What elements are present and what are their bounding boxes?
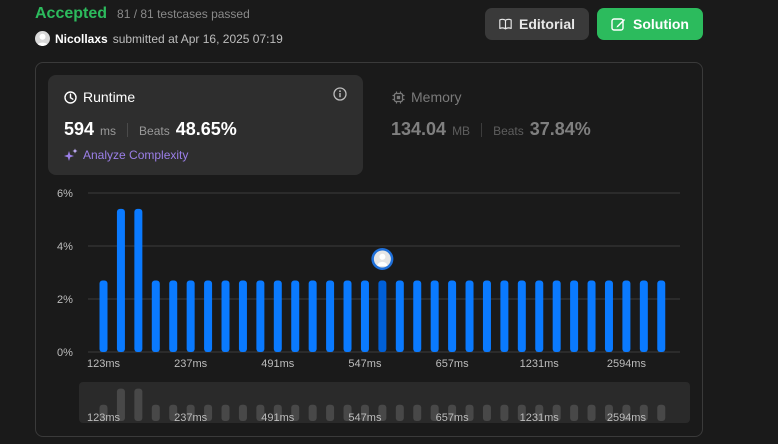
user-icon <box>37 33 48 46</box>
runtime-label: Runtime <box>83 89 136 105</box>
memory-label: Memory <box>411 89 462 105</box>
submission-status: Accepted 81 / 81 testcases passed <box>35 5 250 23</box>
submitter-info: Nicollaxs submitted at Apr 16, 2025 07:1… <box>35 31 283 46</box>
memory-values: 134.04 MB Beats 37.84% <box>391 119 591 140</box>
memory-beats-label: Beats <box>493 124 524 138</box>
clock-icon <box>64 90 77 104</box>
avatar[interactable] <box>35 31 50 46</box>
divider <box>481 122 483 137</box>
info-icon[interactable] <box>333 87 347 106</box>
analyze-complexity-link[interactable]: Analyze Complexity <box>64 148 188 162</box>
chip-icon <box>392 91 405 103</box>
runtime-value: 594 <box>64 119 95 139</box>
accepted-label: Accepted <box>35 5 108 22</box>
memory-value: 134.04 <box>391 119 447 139</box>
memory-card[interactable]: Memory 134.04 MB Beats 37.84% <box>378 75 688 175</box>
runtime-card[interactable]: Runtime 594 ms Beats 48.65% Analyze Comp… <box>48 75 363 175</box>
runtime-title: Runtime <box>64 89 135 105</box>
memory-title: Memory <box>392 89 462 105</box>
runtime-unit: ms <box>100 124 117 138</box>
runtime-beats-label: Beats <box>139 124 170 138</box>
sparkle-icon <box>64 148 78 161</box>
solution-button[interactable]: Solution <box>597 8 703 40</box>
editorial-label: Editorial <box>518 16 575 32</box>
runtime-values: 594 ms Beats 48.65% <box>64 119 237 140</box>
submitter-name[interactable]: Nicollaxs <box>55 32 108 46</box>
divider <box>127 122 129 137</box>
analyze-label: Analyze Complexity <box>83 148 189 162</box>
memory-unit: MB <box>452 124 471 138</box>
solution-label: Solution <box>633 16 689 32</box>
submitted-at: submitted at Apr 16, 2025 07:19 <box>112 31 283 46</box>
memory-beats-value: 37.84% <box>529 119 591 139</box>
testcases-passed: 81 / 81 testcases passed <box>117 7 250 21</box>
runtime-beats-value: 48.65% <box>175 119 237 139</box>
editorial-button[interactable]: Editorial <box>485 8 589 40</box>
book-icon <box>499 18 512 30</box>
edit-icon <box>611 17 625 31</box>
